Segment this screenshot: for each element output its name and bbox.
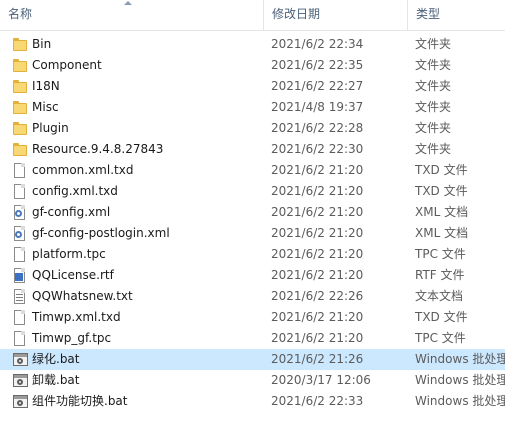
- file-type: XML 文档: [415, 205, 469, 219]
- batch-file-icon: [12, 373, 28, 388]
- file-type: 文件夹: [415, 58, 452, 72]
- modified-date: 2021/6/2 21:20: [271, 268, 364, 282]
- file-type: TXD 文件: [415, 184, 468, 198]
- file-name: I18N: [32, 79, 60, 93]
- sort-ascending-icon: [124, 1, 132, 5]
- file-name: platform.tpc: [32, 247, 106, 261]
- file-row[interactable]: Bin 2021/6/2 22:34 文件夹: [0, 34, 507, 55]
- modified-date: 2021/6/2 21:20: [271, 205, 364, 219]
- modified-date: 2021/6/2 22:34: [271, 37, 364, 51]
- modified-date: 2021/6/2 21:20: [271, 310, 364, 324]
- modified-date: 2021/6/2 22:27: [271, 79, 364, 93]
- file-row[interactable]: 卸载.bat 2020/3/17 12:06 Windows 批处理: [0, 370, 507, 391]
- file-name: gf-config-postlogin.xml: [32, 226, 170, 240]
- file-name: Plugin: [32, 121, 69, 135]
- modified-date: 2021/6/2 21:20: [271, 247, 364, 261]
- file-type: 文件夹: [415, 79, 452, 93]
- file-row[interactable]: Timwp.xml.txd 2021/6/2 21:20 TXD 文件: [0, 307, 507, 328]
- file-row[interactable]: common.xml.txd 2021/6/2 21:20 TXD 文件: [0, 160, 507, 181]
- modified-date: 2021/6/2 22:26: [271, 289, 364, 303]
- file-row[interactable]: QQWhatsnew.txt 2021/6/2 22:26 文本文档: [0, 286, 507, 307]
- file-type: Windows 批处理: [415, 352, 507, 366]
- file-row[interactable]: platform.tpc 2021/6/2 21:20 TPC 文件: [0, 244, 507, 265]
- folder-icon: [12, 100, 28, 115]
- folder-icon: [12, 121, 28, 136]
- file-row[interactable]: Timwp_gf.tpc 2021/6/2 21:20 TPC 文件: [0, 328, 507, 349]
- file-name: 组件功能切换.bat: [32, 394, 128, 408]
- file-type: 文件夹: [415, 142, 452, 156]
- file-type: TXD 文件: [415, 163, 468, 177]
- file-row[interactable]: Component 2021/6/2 22:35 文件夹: [0, 55, 507, 76]
- file-row[interactable]: gf-config.xml 2021/6/2 21:20 XML 文档: [0, 202, 507, 223]
- modified-date: 2021/6/2 21:20: [271, 184, 364, 198]
- column-header-type[interactable]: 类型: [407, 0, 507, 30]
- file-type: 文件夹: [415, 37, 452, 51]
- file-row[interactable]: 组件功能切换.bat 2021/6/2 22:33 Windows 批处理: [0, 391, 507, 412]
- file-type: 文本文档: [415, 289, 464, 303]
- file-row[interactable]: gf-config-postlogin.xml 2021/6/2 21:20 XML…: [0, 223, 507, 244]
- file-list: Bin 2021/6/2 22:34 文件夹 Component 2021/6/2 22…: [0, 34, 507, 412]
- xml-file-icon: [12, 205, 28, 220]
- file-type: TPC 文件: [415, 331, 466, 345]
- file-name: Component: [32, 58, 102, 72]
- modified-date: 2021/6/2 22:30: [271, 142, 364, 156]
- file-name: Timwp.xml.txd: [32, 310, 121, 324]
- modified-date: 2021/6/2 22:35: [271, 58, 364, 72]
- file-row[interactable]: Resource.9.4.8.27843 2021/6/2 22:30 文件夹: [0, 139, 507, 160]
- modified-date: 2021/6/2 21:20: [271, 331, 364, 345]
- file-name: Timwp_gf.tpc: [32, 331, 112, 345]
- file-row[interactable]: 绿化.bat 2021/6/2 21:26 Windows 批处理: [0, 349, 507, 370]
- modified-date: 2021/6/2 22:33: [271, 394, 364, 408]
- modified-date: 2021/6/2 22:28: [271, 121, 364, 135]
- folder-icon: [12, 58, 28, 73]
- file-row[interactable]: Plugin 2021/6/2 22:28 文件夹: [0, 118, 507, 139]
- file-icon: [12, 331, 28, 346]
- column-header-type-label: 类型: [416, 7, 441, 21]
- batch-file-icon: [12, 394, 28, 409]
- file-type: TXD 文件: [415, 310, 468, 324]
- file-icon: [12, 163, 28, 178]
- modified-date: 2021/6/2 21:20: [271, 226, 364, 240]
- file-name: QQWhatsnew.txt: [32, 289, 133, 303]
- file-name: QQLicense.rtf: [32, 268, 114, 282]
- rtf-file-icon: [12, 268, 28, 283]
- file-name: Misc: [32, 100, 59, 114]
- xml-file-icon: [12, 226, 28, 241]
- file-type: XML 文档: [415, 226, 469, 240]
- batch-file-icon: [12, 352, 28, 367]
- file-icon: [12, 184, 28, 199]
- file-type: TPC 文件: [415, 247, 466, 261]
- modified-date: 2021/6/2 21:20: [271, 163, 364, 177]
- file-type: RTF 文件: [415, 268, 465, 282]
- file-name: gf-config.xml: [32, 205, 111, 219]
- modified-date: 2021/6/2 21:26: [271, 352, 364, 366]
- modified-date: 2021/4/8 19:37: [271, 100, 364, 114]
- folder-icon: [12, 79, 28, 94]
- file-name: common.xml.txd: [32, 163, 134, 177]
- column-header-name[interactable]: 名称: [0, 0, 263, 30]
- column-header-name-label: 名称: [8, 7, 33, 21]
- file-type: 文件夹: [415, 121, 452, 135]
- file-name: config.xml.txd: [32, 184, 118, 198]
- text-file-icon: [12, 289, 28, 304]
- file-icon: [12, 310, 28, 325]
- modified-date: 2020/3/17 12:06: [271, 373, 371, 387]
- column-header-bar: 名称 修改日期 类型: [0, 0, 507, 31]
- file-row[interactable]: Misc 2021/4/8 19:37 文件夹: [0, 97, 507, 118]
- file-name: Resource.9.4.8.27843: [32, 142, 164, 156]
- column-header-date-label: 修改日期: [272, 7, 321, 21]
- folder-icon: [12, 37, 28, 52]
- file-type: Windows 批处理: [415, 394, 507, 408]
- file-type: Windows 批处理: [415, 373, 507, 387]
- file-row[interactable]: I18N 2021/6/2 22:27 文件夹: [0, 76, 507, 97]
- column-header-date[interactable]: 修改日期: [263, 0, 407, 30]
- file-row[interactable]: config.xml.txd 2021/6/2 21:20 TXD 文件: [0, 181, 507, 202]
- file-type: 文件夹: [415, 100, 452, 114]
- file-name: 卸载.bat: [32, 373, 80, 387]
- folder-icon: [12, 142, 28, 157]
- file-name: Bin: [32, 37, 52, 51]
- file-name: 绿化.bat: [32, 352, 80, 366]
- file-icon: [12, 247, 28, 262]
- file-row[interactable]: QQLicense.rtf 2021/6/2 21:20 RTF 文件: [0, 265, 507, 286]
